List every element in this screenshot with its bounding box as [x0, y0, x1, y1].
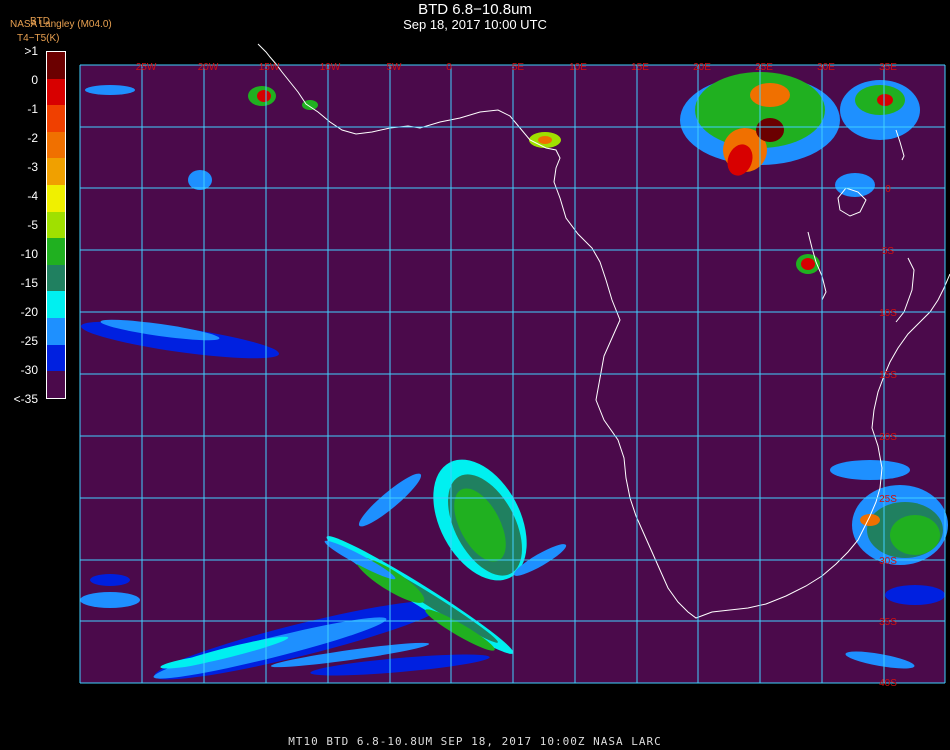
- legend-swatch: [47, 131, 65, 159]
- longitude-label: 10E: [569, 62, 587, 73]
- legend-label: -4: [27, 189, 38, 203]
- legend-label: -3: [27, 160, 38, 174]
- legend-swatch: [47, 52, 65, 79]
- longitude-label: 5W: [387, 62, 403, 73]
- cloud-scatter: [835, 173, 875, 197]
- longitude-label: 5E: [512, 62, 525, 73]
- longitude-label: 25E: [755, 62, 773, 73]
- legend-unit: T4−T5(K): [17, 33, 60, 44]
- legend-label: -15: [20, 276, 38, 290]
- convective-cell: [801, 258, 815, 270]
- convective-complex: [750, 83, 790, 107]
- legend-label: -10: [20, 247, 38, 261]
- longitude-label: 10W: [320, 62, 341, 73]
- legend-label: -1: [27, 102, 38, 116]
- cloud-cluster: [890, 515, 940, 555]
- legend-swatch: [47, 318, 65, 345]
- legend-swatch: [47, 211, 65, 239]
- cloud-cluster: [830, 460, 910, 480]
- footer-caption: MT10 BTD 6.8-10.8UM SEP 18, 2017 10:00Z …: [288, 735, 662, 748]
- latitude-label: 20S: [879, 432, 897, 443]
- legend-swatch: [47, 371, 65, 398]
- legend-swatch: [47, 344, 65, 372]
- longitude-label: 15W: [259, 62, 280, 73]
- legend-swatch: [47, 78, 65, 106]
- legend-label: -25: [20, 334, 38, 348]
- legend-label: -20: [20, 305, 38, 319]
- legend-colorbar: [46, 51, 66, 399]
- longitude-label: 20W: [198, 62, 219, 73]
- legend-swatch: [47, 291, 65, 319]
- longitude-label: 30E: [817, 62, 835, 73]
- convective-complex: [877, 94, 893, 106]
- latitude-label: 25S: [879, 494, 897, 505]
- latitude-label: 35S: [879, 617, 897, 628]
- convective-cell: [257, 90, 271, 102]
- legend-swatch: [47, 264, 65, 292]
- legend-swatch: [47, 185, 65, 212]
- latitude-label: 0: [885, 184, 891, 195]
- longitude-label: 20E: [693, 62, 711, 73]
- longitude-label: 25W: [136, 62, 157, 73]
- longitude-label: 15E: [631, 62, 649, 73]
- cloud-scatter: [85, 85, 135, 95]
- legend-label: -30: [20, 363, 38, 377]
- legend-swatch: [47, 238, 65, 265]
- legend-label: -2: [27, 131, 38, 145]
- satellite-map: 25W 20W 15W 10W 5W 0 5E 10E 15E 20E 25E 30E 35E 0 5S 10…: [79, 43, 950, 689]
- legend-label: <-35: [13, 392, 38, 406]
- cloud-cluster: [885, 585, 945, 605]
- convective-cell: [538, 136, 552, 144]
- legend-label: 0: [31, 73, 38, 87]
- latitude-label: 40S: [879, 678, 897, 689]
- latitude-label: 10S: [879, 308, 897, 319]
- longitude-label: 35E: [879, 62, 897, 73]
- legend-label: -5: [27, 218, 38, 232]
- legend-swatch: [47, 158, 65, 186]
- cloud-scatter: [188, 170, 212, 190]
- longitude-label: 0: [446, 62, 452, 73]
- cloud-scatter: [90, 574, 130, 586]
- latitude-label: 30S: [879, 556, 897, 567]
- latitude-label: 5S: [882, 246, 895, 257]
- latitude-label: 15S: [879, 370, 897, 381]
- map-title: BTD 6.8−10.8um: [418, 1, 532, 18]
- legend-swatch: [47, 105, 65, 132]
- cloud-scatter: [80, 592, 140, 608]
- legend-label: >1: [24, 44, 38, 58]
- map-subtitle: Sep 18, 2017 10:00 UTC: [403, 17, 547, 32]
